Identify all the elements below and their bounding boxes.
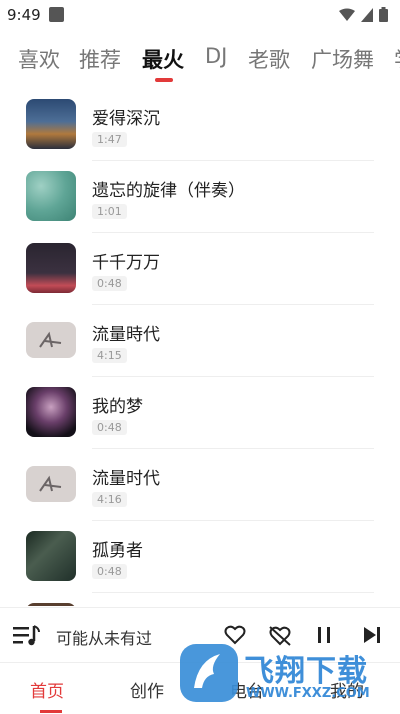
song-item[interactable]: 流量时代 4:16 xyxy=(0,449,400,521)
song-item[interactable]: 孤勇者 0:48 xyxy=(0,521,400,593)
song-title: 流量时代 xyxy=(92,469,160,489)
watermark-url: WWW.FXXZ.COM xyxy=(246,686,370,701)
status-icons xyxy=(339,7,388,22)
tab-recommended[interactable]: 推荐 xyxy=(79,44,121,74)
tab-oldies[interactable]: 老歌 xyxy=(248,44,290,74)
song-duration: 0:48 xyxy=(92,276,127,291)
album-cover xyxy=(26,531,76,581)
song-title: 遗忘的旋律（伴奏） xyxy=(92,181,245,201)
status-time: 9:49 xyxy=(7,6,41,24)
song-title: 我的梦 xyxy=(92,397,143,417)
signal-icon xyxy=(361,7,373,22)
song-item[interactable] xyxy=(0,593,400,606)
song-list[interactable]: 爱得深沉 1:47 遗忘的旋律（伴奏） 1:01 千千万万 0:48 流量時代 … xyxy=(0,89,400,606)
song-item[interactable]: 千千万万 0:48 xyxy=(0,233,400,305)
nav-create[interactable]: 创作 xyxy=(130,677,164,702)
tab-dj[interactable]: DJ xyxy=(205,44,227,68)
song-duration: 4:16 xyxy=(92,492,127,507)
nav-home[interactable]: 首页 xyxy=(30,677,64,702)
tab-square-dance[interactable]: 广场舞 xyxy=(311,44,374,74)
status-bar: 9:49 xyxy=(0,0,400,30)
song-item[interactable]: 我的梦 0:48 xyxy=(0,377,400,449)
song-item[interactable]: 遗忘的旋律（伴奏） 1:01 xyxy=(0,161,400,233)
song-duration: 1:01 xyxy=(92,204,127,219)
tab-hottest[interactable]: 最火 xyxy=(142,44,184,74)
category-tabs: 喜欢 推荐 最火 DJ 老歌 广场舞 学 xyxy=(0,38,400,88)
album-cover xyxy=(26,322,76,358)
song-duration: 4:15 xyxy=(92,348,127,363)
wifi-icon xyxy=(339,8,355,21)
watermark: 飞翔下载 WWW.FXXZ.COM xyxy=(180,630,390,710)
album-cover xyxy=(26,603,76,606)
album-cover xyxy=(26,171,76,221)
song-title: 千千万万 xyxy=(92,253,160,273)
album-cover xyxy=(26,99,76,149)
song-item[interactable]: 流量時代 4:15 xyxy=(0,305,400,377)
watermark-title: 飞翔下载 xyxy=(244,654,368,689)
battery-icon xyxy=(379,7,388,22)
album-logo-icon xyxy=(39,331,62,348)
song-title: 孤勇者 xyxy=(92,541,143,561)
tab-more[interactable]: 学 xyxy=(394,44,400,74)
song-item[interactable]: 爱得深沉 1:47 xyxy=(0,89,400,161)
album-cover xyxy=(26,387,76,437)
now-playing-title[interactable]: 可能从未有过 xyxy=(56,625,152,649)
song-duration: 0:48 xyxy=(92,420,127,435)
active-tab-indicator xyxy=(155,78,173,82)
tab-favorites[interactable]: 喜欢 xyxy=(18,44,60,74)
song-title: 爱得深沉 xyxy=(92,109,160,129)
notification-icon xyxy=(49,7,64,22)
album-cover xyxy=(26,466,76,502)
song-duration: 1:47 xyxy=(92,132,127,147)
song-title: 流量時代 xyxy=(92,325,160,345)
playlist-icon[interactable] xyxy=(12,624,42,648)
song-duration: 0:48 xyxy=(92,564,127,579)
album-cover xyxy=(26,243,76,293)
album-logo-icon xyxy=(39,475,62,492)
